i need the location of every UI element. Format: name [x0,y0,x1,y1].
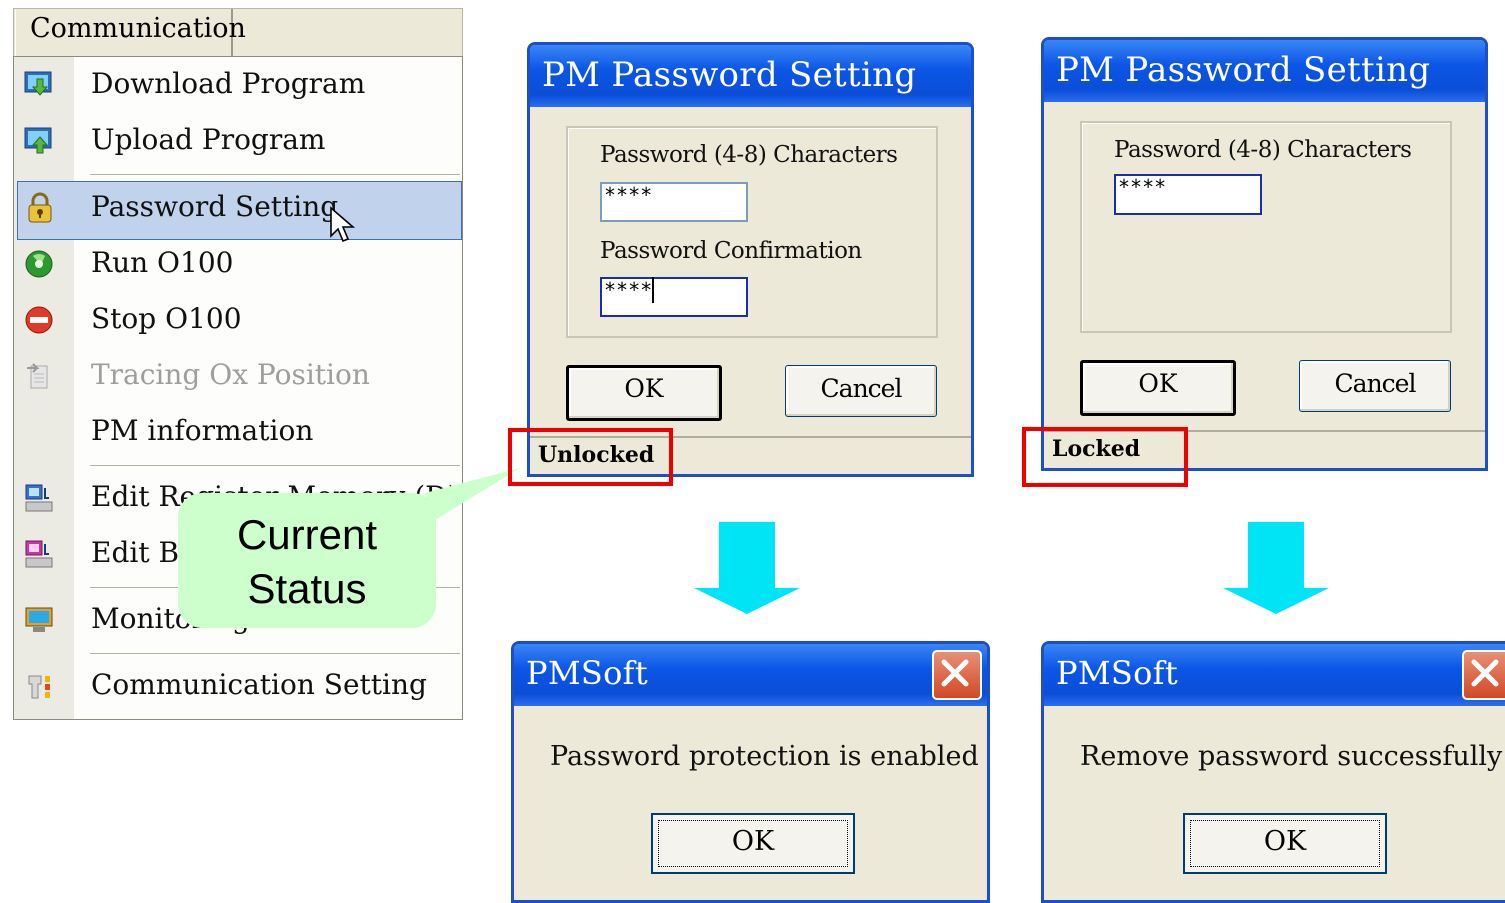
tracing-icon [27,363,48,389]
communication-setting-icon [28,675,50,699]
status-highlight-box [1022,427,1188,487]
menu-separator [90,174,460,175]
close-button[interactable] [932,650,982,700]
down-arrow-icon [1223,522,1329,614]
ok-button-label: OK [1263,826,1307,857]
menu-communication-label: Communication [30,13,246,44]
password-setting-dialog-unlocked: PM Password Setting Password (4-8) Chara… [527,42,974,477]
ok-button-label: OK [731,826,775,857]
close-button[interactable] [1462,650,1505,700]
menu-item-label: Stop O100 [91,302,242,335]
menu-item-label: Run O100 [91,246,234,279]
menu-item-password-setting[interactable]: Password Setting [17,181,462,243]
password-label: Password (4-8) Characters [1114,137,1412,163]
edit-register-icon [25,484,53,512]
menu-item-upload-program[interactable]: Upload Program [15,115,461,171]
cancel-button[interactable]: Cancel [785,365,937,417]
password-field[interactable]: **** [600,182,748,222]
menu-item-label: Download Program [91,67,366,100]
menu-item-pm-information[interactable]: PM information [15,406,461,462]
status-highlight-box [508,428,673,486]
title-bar: PMSoft [1044,644,1505,706]
ok-button[interactable]: OK [1183,813,1387,874]
callout-text-line2: Status [247,565,367,612]
password-confirmation-value: **** [604,278,653,302]
down-arrow-icon [694,522,800,614]
menu-item-label: Tracing Ox Position [91,358,370,391]
menu-item-label: Communication Setting [91,668,427,701]
stop-icon [25,306,53,334]
monitor-icon [25,607,53,632]
cancel-button-label: Cancel [820,374,903,403]
menu-item-label: Upload Program [91,123,326,156]
message-text: Remove password successfully [1080,741,1503,772]
ok-button-label: OK [1138,369,1178,398]
menu-item-label: PM information [91,414,314,447]
menu-item-tracing-position: Tracing Ox Position [15,350,461,406]
password-setting-dialog-locked: PM Password Setting Password (4-8) Chara… [1041,37,1488,471]
callout-label: Current Status [178,508,436,616]
password-label: Password (4-8) Characters [600,142,898,168]
cancel-button-label: Cancel [1334,369,1417,398]
menu-item-communication-setting[interactable]: Communication Setting [15,660,461,716]
menu-communication[interactable]: Communication [15,9,246,56]
close-icon [941,659,969,687]
ok-button[interactable]: OK [651,813,855,874]
title-bar: PM Password Setting [530,45,971,107]
title-bar: PM Password Setting [1044,40,1485,102]
ok-button-label: OK [624,374,664,403]
download-program-icon [24,71,52,96]
run-icon [25,250,53,278]
menu-separator [90,653,460,654]
callout-text-line1: Current [236,511,378,558]
password-confirmation-field[interactable]: **** [600,277,748,317]
window-title: PMSoft [526,654,648,692]
edit-bit-icon [25,540,53,568]
text-caret [652,277,655,303]
menu-item-run[interactable]: Run O100 [15,238,461,294]
password-field[interactable]: **** [1114,174,1262,215]
password-field-value: **** [604,183,653,207]
window-title: PMSoft [1056,654,1178,692]
menu-item-stop[interactable]: Stop O100 [15,294,461,350]
menu-item-label: Password Setting [91,190,339,223]
title-bar: PMSoft [514,644,987,706]
ok-button[interactable]: OK [1080,360,1236,416]
cancel-button[interactable]: Cancel [1299,360,1451,412]
password-confirmation-label: Password Confirmation [600,238,862,264]
window-title: PM Password Setting [1056,50,1431,90]
close-icon [1471,659,1499,687]
message-text: Password protection is enabled [550,741,979,772]
lock-icon [28,192,52,223]
menu-item-download-program[interactable]: Download Program [15,59,461,115]
message-box-password-removed: PMSoft Remove password successfully OK [1041,641,1505,903]
password-field-value: **** [1118,175,1167,199]
ok-button[interactable]: OK [566,365,722,421]
upload-program-icon [24,127,52,154]
window-title: PM Password Setting [542,55,917,95]
message-box-password-enabled: PMSoft Password protection is enabled OK [511,641,990,903]
